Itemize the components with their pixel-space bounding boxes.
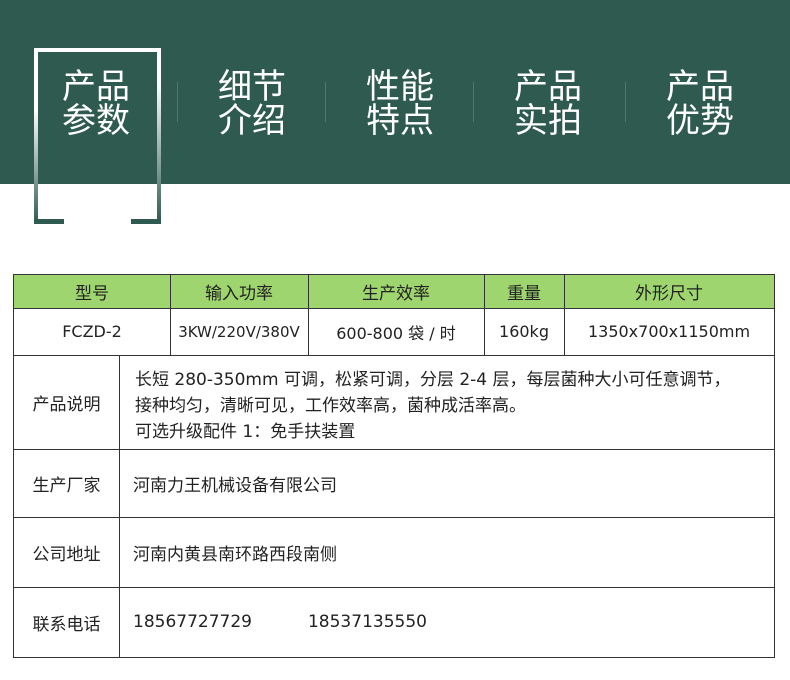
tab-label-line2: 特点 <box>366 101 434 141</box>
tab-product-parameters[interactable]: 产品 参数 <box>36 70 156 150</box>
phone-values: 18567727729 18537135550 <box>119 587 774 657</box>
table-divider <box>308 275 309 355</box>
header-input-power: 输入功率 <box>170 275 308 308</box>
phone-number[interactable]: 18567727729 <box>133 612 252 632</box>
address-value: 河南内黄县南环路西段南侧 <box>133 544 337 565</box>
tab-label-line2: 优势 <box>666 101 734 141</box>
header-model: 型号 <box>14 275 170 308</box>
tab-product-photos[interactable]: 产品 实拍 <box>488 70 608 150</box>
table-divider <box>564 275 565 355</box>
manufacturer-value: 河南力王机械设备有限公司 <box>133 475 337 496</box>
tab-label-line2: 介绍 <box>218 101 286 141</box>
description-label: 产品说明 <box>32 394 101 415</box>
description-text: 长短 280-350mm 可调，松紧可调，分层 2-4 层，每层菌种大小可任意调… <box>119 359 761 447</box>
tab-product-advantages[interactable]: 产品 优势 <box>640 70 760 150</box>
description-line: 接种均匀，清晰可见，工作效率高，菌种成活率高。 <box>135 396 526 416</box>
description-line: 长短 280-350mm 可调，松紧可调，分层 2-4 层，每层菌种大小可任意调… <box>135 370 731 390</box>
cell-efficiency: 600-800 袋 / 时 <box>336 323 456 343</box>
manufacturer-label: 生产厂家 <box>32 475 101 496</box>
tab-label-line1: 细节 <box>218 67 286 107</box>
tab-performance-features[interactable]: 性能 特点 <box>340 70 460 150</box>
phone-number[interactable]: 18537135550 <box>308 612 427 632</box>
active-tab-frame-right <box>157 48 161 224</box>
header-weight: 重量 <box>484 275 564 308</box>
tab-label-line2: 参数 <box>62 101 130 141</box>
address-label: 公司地址 <box>32 544 101 565</box>
tab-label-line1: 产品 <box>514 67 582 107</box>
spec-table: 型号 输入功率 生产效率 重量 外形尺寸 FCZD-2 3KW/220V/380… <box>13 274 775 658</box>
tab-divider <box>625 82 626 122</box>
cell-weight: 160kg <box>499 322 549 341</box>
active-tab-frame-corner <box>34 219 64 224</box>
table-divider <box>170 275 171 355</box>
header-banner: 产品 参数 细节 介绍 性能 特点 产品 实拍 产品 优势 <box>0 0 790 184</box>
tab-divider <box>325 82 326 122</box>
active-tab-frame-corner <box>131 219 161 224</box>
header-efficiency: 生产效率 <box>308 275 484 308</box>
table-divider <box>14 355 774 356</box>
tab-label-line1: 性能 <box>366 67 434 107</box>
cell-dimensions: 1350x700x1150mm <box>587 322 751 341</box>
tab-label-line1: 产品 <box>62 67 130 107</box>
header-dimensions: 外形尺寸 <box>564 275 774 308</box>
active-tab-frame-left <box>34 48 38 224</box>
tab-detail-intro[interactable]: 细节 介绍 <box>192 70 312 150</box>
table-divider <box>14 308 774 309</box>
active-tab-frame-top <box>34 48 161 52</box>
phone-label: 联系电话 <box>32 614 101 635</box>
cell-input-power: 3KW/220V/380V <box>178 322 300 341</box>
tab-divider <box>177 82 178 122</box>
tab-label-line1: 产品 <box>666 67 734 107</box>
tab-label-line2: 实拍 <box>514 101 582 141</box>
table-divider <box>484 275 485 355</box>
description-line: 可选升级配件 1：免手扶装置 <box>135 422 356 442</box>
cell-model: FCZD-2 <box>62 322 122 341</box>
tab-divider <box>473 82 474 122</box>
